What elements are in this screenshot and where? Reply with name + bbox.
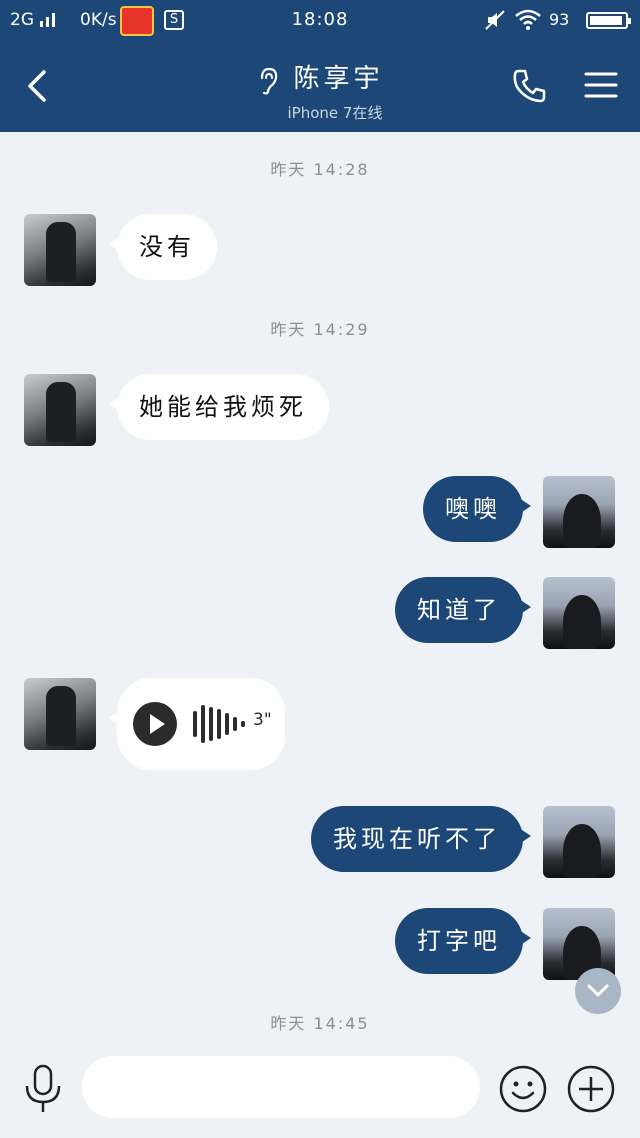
ear-icon[interactable] — [256, 66, 280, 100]
message-input[interactable] — [82, 1056, 480, 1118]
play-icon[interactable] — [133, 702, 177, 746]
chat-header: 陈享宇 iPhone 7在线 — [0, 40, 640, 132]
message-bubble[interactable]: 噢噢 — [423, 476, 531, 542]
wifi-icon — [514, 8, 542, 35]
contact-avatar[interactable] — [24, 678, 96, 750]
timestamp: 昨天 14:45 — [270, 1014, 370, 1033]
menu-button[interactable] — [584, 70, 618, 100]
phone-icon — [513, 69, 546, 103]
my-avatar[interactable] — [543, 577, 615, 649]
battery-percent: 93 — [549, 10, 570, 29]
timestamp: 昨天 14:28 — [270, 160, 370, 179]
input-bar — [0, 1050, 640, 1138]
microphone-icon — [25, 1064, 61, 1112]
message-bubble[interactable]: 知道了 — [395, 577, 531, 643]
contact-name: 陈享宇 — [293, 64, 384, 94]
status-bar: 2G 0K/s S 18:08 93 — [0, 0, 640, 40]
chat-messages[interactable]: 昨天 14:28 没有 昨天 14:29 她能给我烦死 噢噢 知道了 3" 我现… — [0, 132, 640, 1050]
contact-avatar[interactable] — [24, 374, 96, 446]
chevron-down-icon — [587, 984, 609, 997]
menu-icon — [584, 72, 618, 98]
emoji-button[interactable] — [498, 1064, 548, 1114]
contact-avatar[interactable] — [24, 214, 96, 286]
my-avatar[interactable] — [543, 476, 615, 548]
my-avatar[interactable] — [543, 806, 615, 878]
clock: 18:08 — [291, 9, 349, 30]
battery-icon — [586, 12, 631, 29]
scroll-to-bottom-button[interactable] — [575, 968, 621, 1014]
waveform-icon — [193, 704, 245, 744]
voice-duration: 3" — [253, 710, 272, 730]
plus-icon — [567, 1065, 615, 1113]
more-button[interactable] — [566, 1064, 616, 1114]
message-bubble[interactable]: 她能给我烦死 — [109, 374, 329, 440]
message-bubble[interactable]: 打字吧 — [395, 908, 531, 974]
message-bubble[interactable]: 我现在听不了 — [311, 806, 531, 872]
voice-input-button[interactable] — [22, 1064, 64, 1116]
mute-icon — [484, 9, 506, 36]
call-button[interactable] — [510, 66, 550, 106]
voice-message[interactable]: 3" — [109, 678, 285, 770]
message-bubble[interactable]: 没有 — [109, 214, 217, 280]
emoji-icon — [499, 1065, 547, 1113]
timestamp: 昨天 14:29 — [270, 320, 370, 339]
